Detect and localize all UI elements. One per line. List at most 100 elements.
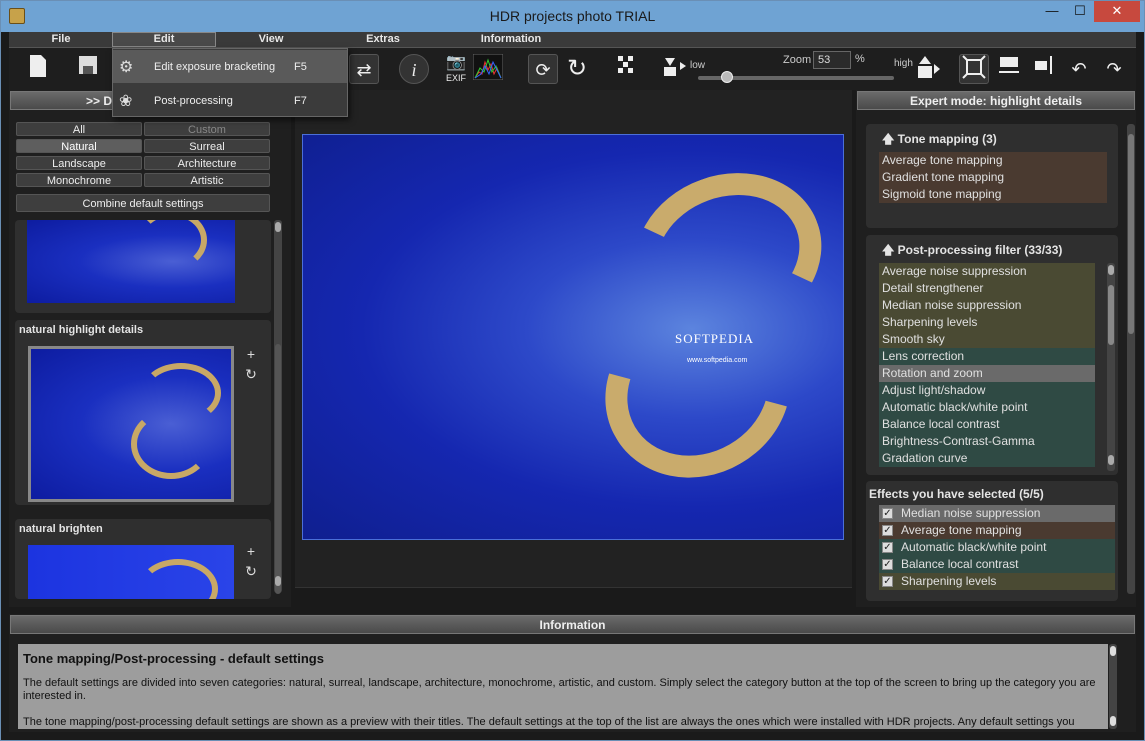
transfer-icon[interactable]: ⇄ [349,54,379,84]
filter-item[interactable]: Median noise suppression [879,297,1095,314]
tone-mapping-item[interactable]: Average tone mapping [879,152,1107,169]
info-icon[interactable]: i [399,54,429,84]
fit-to-window-icon[interactable] [959,54,989,84]
save-icon[interactable] [73,54,103,84]
zoom-slider[interactable] [698,71,894,83]
histogram-icon[interactable] [472,53,504,84]
menu-file[interactable]: File [39,33,83,45]
selected-effect-item[interactable]: ✓ Sharpening levels [879,573,1115,590]
selected-effects-box: Effects you have selected (5/5) ✓ Median … [866,481,1118,601]
menu-item-post-processing[interactable]: ❀ Post-processing F7 [113,84,347,117]
exif-label: EXIF [445,73,466,83]
menu-item-edit-exposure-bracketing[interactable]: ⚙ Edit exposure bracketing F5 [113,50,347,83]
scrollbar-down[interactable] [1108,455,1114,465]
category-architecture[interactable]: Architecture [144,156,270,170]
category-surreal[interactable]: Surreal [144,139,270,153]
preview-image[interactable]: SOFTPEDIA www.softpedia.com [302,134,844,540]
category-monochrome[interactable]: Monochrome [16,173,142,187]
tone-mapping-box: 🡅 Tone mapping (3) Average tone mapping G… [866,124,1118,228]
checkbox[interactable]: ✓ [882,508,893,519]
filter-item[interactable]: Gradation curve [879,450,1095,467]
zoom-slider-knob[interactable] [721,71,734,83]
preset-title: natural brighten [19,523,103,535]
tone-mapping-item[interactable]: Gradient tone mapping [879,169,1107,186]
filter-item[interactable]: Balance local contrast [879,416,1095,433]
window-title: HDR projects photo TRIAL [489,8,656,24]
selected-effect-label: Balance local contrast [901,557,1019,571]
checkbox[interactable]: ✓ [882,542,893,553]
scrollbar-thumb[interactable] [1108,285,1114,345]
category-artistic[interactable]: Artistic [144,173,270,187]
checkbox[interactable]: ✓ [882,559,893,570]
add-icon[interactable]: + [243,346,259,362]
preset-card[interactable] [15,220,271,313]
filter-item[interactable]: Smooth sky [879,331,1095,348]
filter-item[interactable]: Detail strengthener [879,280,1095,297]
scrollbar-thumb[interactable] [1128,134,1134,334]
palette-icon: ❀ [119,93,133,110]
preset-thumbnail[interactable] [28,346,234,502]
rotate-refresh-icon[interactable]: ⟳ [528,54,558,84]
tone-mapping-item[interactable]: Sigmoid tone mapping [879,186,1107,203]
category-custom[interactable]: Custom [144,122,270,136]
menu-information[interactable]: Information [471,33,551,45]
zoom-in-icon[interactable] [913,54,943,84]
menu-view[interactable]: View [247,33,295,45]
preset-card[interactable]: natural brighten + ↻ [15,519,271,599]
expert-panel-scrollbar[interactable] [1127,124,1135,594]
scrollbar-down[interactable] [1110,716,1116,726]
category-all[interactable]: All [16,122,142,136]
category-natural[interactable]: Natural [16,139,142,153]
filter-item[interactable]: Adjust light/shadow [879,382,1095,399]
rotate-left-icon[interactable]: ↶ [1064,54,1094,84]
selected-effect-item[interactable]: ✓ Median noise suppression [879,505,1115,522]
add-icon[interactable]: + [243,543,259,559]
filter-item[interactable]: Lens correction [879,348,1095,365]
information-paragraph: The tone mapping/post-processing default… [23,716,1075,728]
preset-thumbnail[interactable] [28,545,234,599]
fit-width-icon[interactable] [994,54,1024,84]
menu-edit[interactable]: Edit [112,32,216,47]
presets-scrollbar[interactable] [274,220,282,594]
zoom-input[interactable]: 53 [813,51,851,69]
expert-mode-panel: Expert mode: highlight details 🡅 Tone ma… [856,90,1136,607]
scrollbar-up[interactable] [275,222,281,232]
filter-item[interactable]: Sharpening levels [879,314,1095,331]
menu-item-label: Post-processing [154,95,233,107]
information-scrollbar[interactable] [1109,644,1117,729]
new-icon[interactable] [23,54,53,84]
combine-default-settings-button[interactable]: Combine default settings [16,194,270,212]
checker-icon[interactable] [611,54,641,84]
exif-icon[interactable]: 📷 EXIF [441,54,471,84]
zoom-out-icon[interactable] [659,54,689,84]
refresh-icon[interactable]: ↻ [243,366,259,382]
scrollbar-track[interactable] [275,344,281,594]
minimize-button[interactable]: — [1037,1,1067,22]
refresh-icon[interactable]: ↻ [243,563,259,579]
rotate-right-icon[interactable]: ↷ [1099,54,1129,84]
scrollbar-up[interactable] [1108,265,1114,275]
close-button[interactable]: ✕ [1094,1,1140,22]
filter-item[interactable]: Automatic black/white point [879,399,1095,416]
filter-scrollbar[interactable] [1107,263,1115,471]
category-landscape[interactable]: Landscape [16,156,142,170]
selected-effect-item[interactable]: ✓ Automatic black/white point [879,539,1115,556]
information-text-area: Tone mapping/Post-processing - default s… [18,644,1108,729]
fit-height-icon[interactable] [1029,54,1059,84]
selected-effect-item[interactable]: ✓ Average tone mapping [879,522,1115,539]
menu-item-shortcut: F5 [294,61,307,73]
preview-status-strip [295,587,852,607]
filter-item[interactable]: Average noise suppression [879,263,1095,280]
filter-item[interactable]: Rotation and zoom [879,365,1095,382]
selected-effect-item[interactable]: ✓ Balance local contrast [879,556,1115,573]
filter-item[interactable]: Brightness-Contrast-Gamma [879,433,1095,450]
checkbox[interactable]: ✓ [882,576,893,587]
menu-extras[interactable]: Extras [359,33,407,45]
scrollbar-down[interactable] [275,576,281,586]
preset-card[interactable]: natural highlight details + ↻ [15,320,271,505]
redo-icon[interactable]: ↻ [562,54,592,84]
maximize-button[interactable]: ☐ [1065,1,1095,22]
preset-thumbnail[interactable] [27,220,235,303]
scrollbar-up[interactable] [1110,646,1116,656]
checkbox[interactable]: ✓ [882,525,893,536]
